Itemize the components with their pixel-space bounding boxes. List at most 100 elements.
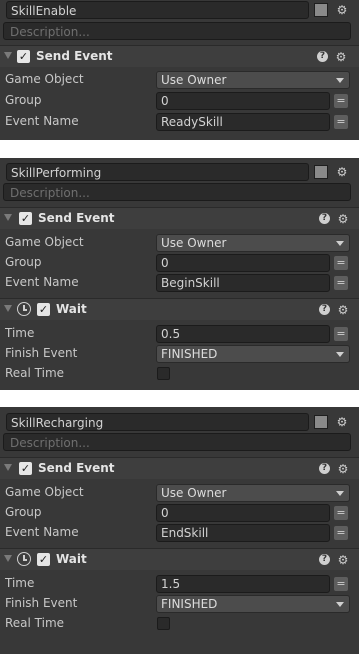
description-field[interactable]: Description... xyxy=(3,22,351,40)
variable-toggle-button[interactable]: = xyxy=(334,577,348,591)
fold-arrow-icon[interactable] xyxy=(4,464,12,471)
group-input[interactable]: 0 xyxy=(156,92,330,110)
finish-event-value: FINISHED xyxy=(161,597,218,611)
action-header-send-event[interactable]: ✓ Send Event ? ⚙ xyxy=(0,45,359,67)
action-header-send-event[interactable]: ✓ Send Event ? ⚙ xyxy=(0,457,359,479)
row-real-time: Real Time xyxy=(0,364,359,384)
state-settings-gear-icon[interactable]: ⚙ xyxy=(336,416,348,428)
action-title: Wait xyxy=(56,552,87,566)
description-field[interactable]: Description... xyxy=(3,433,351,451)
event-name-input[interactable]: BeginSkill xyxy=(156,274,330,292)
real-time-label: Real Time xyxy=(5,616,65,630)
game-object-label: Game Object xyxy=(5,235,84,249)
action-enabled-checkbox[interactable]: ✓ xyxy=(17,50,30,63)
game-object-value: Use Owner xyxy=(161,486,227,500)
game-object-dropdown[interactable]: Use Owner xyxy=(156,71,350,89)
dropdown-arrow-icon xyxy=(336,78,344,83)
help-icon[interactable]: ? xyxy=(319,554,330,565)
fold-arrow-icon[interactable] xyxy=(4,214,12,221)
action-header-wait[interactable]: ✓ Wait ? ⚙ xyxy=(0,548,359,570)
row-group: Group 0 = xyxy=(0,253,359,273)
action-settings-gear-icon[interactable]: ⚙ xyxy=(337,213,349,225)
action-settings-gear-icon[interactable]: ⚙ xyxy=(337,554,349,566)
action-title: Send Event xyxy=(36,49,113,63)
variable-toggle-button[interactable]: = xyxy=(334,506,348,520)
real-time-label: Real Time xyxy=(5,366,65,380)
action-settings-gear-icon[interactable]: ⚙ xyxy=(335,51,347,63)
row-game-object: Game Object Use Owner xyxy=(0,483,359,503)
game-object-value: Use Owner xyxy=(161,236,227,250)
event-name-input[interactable]: ReadySkill xyxy=(156,113,330,131)
action-settings-gear-icon[interactable]: ⚙ xyxy=(337,304,349,316)
group-label: Group xyxy=(5,255,42,269)
game-object-label: Game Object xyxy=(5,485,84,499)
game-object-dropdown[interactable]: Use Owner xyxy=(156,234,350,252)
event-name-label: Event Name xyxy=(5,275,79,289)
action-settings-gear-icon[interactable]: ⚙ xyxy=(337,463,349,475)
clock-icon xyxy=(17,302,31,316)
row-game-object: Game Object Use Owner xyxy=(0,233,359,253)
state-panel-skill-enable: SkillEnable ⚙ Description... ✓ Send Even… xyxy=(0,0,359,140)
dropdown-arrow-icon xyxy=(336,602,344,607)
action-enabled-checkbox[interactable]: ✓ xyxy=(37,553,50,566)
state-titlebar: SkillRecharging ⚙ xyxy=(3,413,355,433)
variable-toggle-button[interactable]: = xyxy=(334,327,348,341)
finish-event-value: FINISHED xyxy=(161,347,218,361)
action-enabled-checkbox[interactable]: ✓ xyxy=(19,212,32,225)
game-object-dropdown[interactable]: Use Owner xyxy=(156,484,350,502)
finish-event-label: Finish Event xyxy=(5,346,78,360)
fold-arrow-icon[interactable] xyxy=(4,555,12,562)
fold-arrow-icon[interactable] xyxy=(4,305,12,312)
row-event-name: Event Name EndSkill = xyxy=(0,523,359,543)
state-panel-skill-performing: SkillPerforming ⚙ Description... ✓ Send … xyxy=(0,158,359,390)
action-header-wait[interactable]: ✓ Wait ? ⚙ xyxy=(0,298,359,320)
fold-arrow-icon[interactable] xyxy=(4,52,12,59)
variable-toggle-button[interactable]: = xyxy=(334,94,348,108)
time-input[interactable]: 0.5 xyxy=(156,325,330,343)
state-settings-gear-icon[interactable]: ⚙ xyxy=(336,4,348,16)
game-object-label: Game Object xyxy=(5,72,84,86)
state-panel-skill-recharging: SkillRecharging ⚙ Description... ✓ Send … xyxy=(0,407,359,654)
action-enabled-checkbox[interactable]: ✓ xyxy=(19,462,32,475)
group-label: Group xyxy=(5,505,42,519)
description-field[interactable]: Description... xyxy=(3,183,351,201)
row-finish-event: Finish Event FINISHED xyxy=(0,594,359,614)
real-time-checkbox[interactable] xyxy=(157,617,170,630)
time-input[interactable]: 1.5 xyxy=(156,575,330,593)
state-color-swatch[interactable] xyxy=(314,3,328,17)
help-icon[interactable]: ? xyxy=(319,304,330,315)
event-name-input[interactable]: EndSkill xyxy=(156,524,330,542)
event-name-label: Event Name xyxy=(5,114,79,128)
finish-event-dropdown[interactable]: FINISHED xyxy=(156,345,350,363)
event-name-label: Event Name xyxy=(5,525,79,539)
group-label: Group xyxy=(5,93,42,107)
help-icon[interactable]: ? xyxy=(317,51,328,62)
game-object-value: Use Owner xyxy=(161,73,227,87)
variable-toggle-button[interactable]: = xyxy=(334,256,348,270)
state-color-swatch[interactable] xyxy=(314,165,328,179)
time-label: Time xyxy=(5,576,35,590)
real-time-checkbox[interactable] xyxy=(157,367,170,380)
dropdown-arrow-icon xyxy=(336,241,344,246)
state-name-field[interactable]: SkillEnable xyxy=(6,1,309,19)
state-titlebar: SkillEnable ⚙ xyxy=(3,1,355,21)
state-color-swatch[interactable] xyxy=(314,415,328,429)
state-name-field[interactable]: SkillRecharging xyxy=(6,413,309,431)
help-icon[interactable]: ? xyxy=(319,213,330,224)
state-name-field[interactable]: SkillPerforming xyxy=(6,163,309,181)
state-settings-gear-icon[interactable]: ⚙ xyxy=(336,166,348,178)
row-event-name: Event Name ReadySkill = xyxy=(0,112,359,132)
state-titlebar: SkillPerforming ⚙ xyxy=(3,163,355,183)
group-input[interactable]: 0 xyxy=(156,254,330,272)
action-enabled-checkbox[interactable]: ✓ xyxy=(37,303,50,316)
help-icon[interactable]: ? xyxy=(319,463,330,474)
action-header-send-event[interactable]: ✓ Send Event ? ⚙ xyxy=(0,207,359,229)
row-time: Time 1.5 = xyxy=(0,574,359,594)
finish-event-dropdown[interactable]: FINISHED xyxy=(156,595,350,613)
variable-toggle-button[interactable]: = xyxy=(334,526,348,540)
variable-toggle-button[interactable]: = xyxy=(334,276,348,290)
group-input[interactable]: 0 xyxy=(156,504,330,522)
variable-toggle-button[interactable]: = xyxy=(334,115,348,129)
action-title: Send Event xyxy=(38,461,115,475)
row-event-name: Event Name BeginSkill = xyxy=(0,273,359,293)
